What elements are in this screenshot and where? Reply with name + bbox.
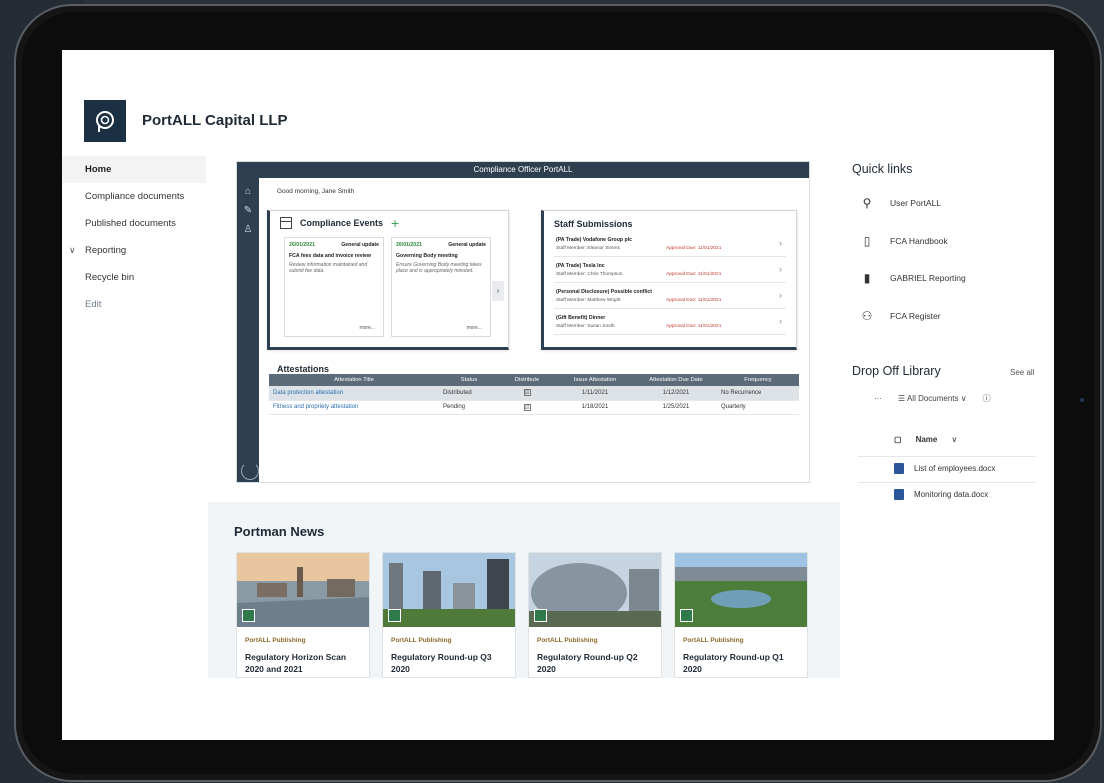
table-row[interactable]: Fitness and propriety attestation Pendin… — [269, 400, 799, 415]
refresh-icon[interactable] — [241, 462, 259, 480]
site-title[interactable]: PortALL Capital LLP — [142, 112, 288, 129]
table-header-row: Attestation Title Status Distribute Issu… — [269, 374, 799, 386]
nav-item-reporting[interactable]: ∨ Reporting — [62, 237, 206, 264]
news-badge-icon — [680, 609, 693, 622]
sharepoint-screen: PortALL Capital LLP Home Compliance docu… — [62, 50, 1054, 740]
more-link[interactable]: more... — [359, 325, 375, 331]
chevron-down-icon[interactable]: ∨ — [69, 245, 79, 256]
nav-item-published-documents[interactable]: Published documents — [62, 210, 206, 237]
chevron-right-icon: › — [779, 316, 782, 326]
chevron-right-icon: › — [779, 264, 782, 274]
portall-logo-icon — [96, 111, 114, 132]
distribute-checkbox[interactable]: ☑ — [523, 389, 531, 397]
attestation-title-link[interactable]: Fitness and propriety attestation — [269, 400, 439, 415]
column-header[interactable]: Status — [439, 374, 499, 386]
name-column-header[interactable]: ▢ Name ∨ — [894, 435, 957, 444]
quick-link-user-portall[interactable]: ⚲ User PortALL — [860, 196, 941, 210]
document-search-icon: ▯ — [863, 234, 871, 248]
word-doc-icon — [894, 489, 904, 500]
news-badge-icon — [388, 609, 401, 622]
list-item[interactable]: List of employees.docx — [858, 456, 1036, 480]
submission-item[interactable]: (Personal Disclosure) Possible conflict … — [554, 285, 786, 309]
compliance-officer-portal: Compliance Officer PortALL ⌂ ✎ ♙ Good mo… — [236, 161, 810, 483]
add-icon[interactable]: + — [391, 216, 399, 230]
news-section: Portman News PortALL Publishing Regulato… — [208, 502, 840, 678]
column-header[interactable]: Frequency — [717, 374, 799, 386]
file-type-icon: ▢ — [894, 435, 902, 444]
column-header[interactable]: Attestation Title — [269, 374, 439, 386]
chevron-right-icon[interactable]: › — [492, 281, 504, 301]
attestations-table: Attestation Title Status Distribute Issu… — [269, 374, 799, 415]
user-arrow-icon: ⚲ — [862, 196, 872, 210]
news-badge-icon — [242, 609, 255, 622]
event-card[interactable]: 26/01/2021 General update FCA fees data a… — [284, 237, 384, 337]
news-title: Portman News — [234, 524, 325, 539]
calendar-icon — [280, 217, 292, 229]
quick-link-fca-register[interactable]: ⚇ FCA Register — [860, 309, 941, 323]
news-image — [237, 553, 369, 627]
more-options-icon[interactable]: ··· — [874, 394, 882, 403]
people-list-icon: ⚇ — [861, 309, 873, 323]
quick-links-title: Quick links — [852, 162, 913, 176]
nav-item-compliance-documents[interactable]: Compliance documents — [62, 183, 206, 210]
bar-chart-icon: ▮ — [863, 271, 871, 285]
submission-item[interactable]: (PA Trade) Vodafone Group plc Staff Memb… — [554, 233, 786, 257]
edit-icon[interactable]: ✎ — [237, 205, 259, 216]
distribute-checkbox[interactable]: ☑ — [523, 403, 531, 411]
column-header[interactable]: Attestation Due Date — [635, 374, 717, 386]
portal-sidebar: ⌂ ✎ ♙ — [237, 178, 259, 482]
chevron-right-icon: › — [779, 238, 782, 248]
person-icon[interactable]: ♙ — [237, 224, 259, 235]
quick-link-gabriel-reporting[interactable]: ▮ GABRIEL Reporting — [860, 271, 966, 285]
compliance-events-title: Compliance Events — [300, 218, 384, 228]
view-selector[interactable]: ☰ All Documents ∨ — [898, 394, 967, 403]
chevron-down-icon: ∨ — [951, 435, 958, 444]
nav-edit-link[interactable]: Edit — [62, 291, 206, 318]
nav-item-home[interactable]: Home — [62, 156, 206, 183]
event-card[interactable]: 26/01/2021 General update Governing Body … — [391, 237, 491, 337]
list-item[interactable]: Monitoring data.docx — [858, 482, 1036, 506]
attestation-title-link[interactable]: Data protection attestation — [269, 386, 439, 401]
site-logo[interactable] — [84, 100, 126, 142]
news-image — [675, 553, 807, 627]
attestations-title: Attestations — [277, 364, 330, 374]
staff-submissions-card: Staff Submissions (PA Trade) Vodafone Gr… — [541, 210, 797, 350]
submission-item[interactable]: (PA Trade) Tesla Inc Staff Member: Chris… — [554, 259, 786, 283]
column-header[interactable]: Issue Attestation — [555, 374, 635, 386]
staff-submissions-title: Staff Submissions — [554, 219, 633, 229]
submission-item[interactable]: (Gift Benefit) Dinner Staff Member: Susa… — [554, 311, 786, 335]
see-all-link[interactable]: See all — [1010, 368, 1034, 377]
news-image — [529, 553, 661, 627]
chevron-right-icon: › — [779, 290, 782, 300]
nav-item-recycle-bin[interactable]: Recycle bin — [62, 264, 206, 291]
compliance-events-card: Compliance Events + 26/01/2021 General up… — [267, 210, 509, 350]
info-icon[interactable]: ⓘ — [983, 393, 991, 404]
home-icon[interactable]: ⌂ — [237, 186, 259, 197]
news-image — [383, 553, 515, 627]
list-icon: ☰ — [898, 394, 906, 403]
drop-off-library-title: Drop Off Library — [852, 364, 941, 378]
left-navigation: Home Compliance documents Published docu… — [62, 156, 206, 736]
news-card[interactable]: PortALL Publishing Regulatory Horizon Sc… — [236, 552, 370, 678]
camera-dot — [1080, 398, 1084, 402]
greeting: Good morning, Jane Smith — [277, 188, 355, 195]
news-card[interactable]: PortALL Publishing Regulatory Round-up Q… — [382, 552, 516, 678]
column-header[interactable]: Distribute — [499, 374, 555, 386]
chevron-down-icon: ∨ — [960, 394, 967, 403]
news-badge-icon — [534, 609, 547, 622]
library-toolbar: ··· ☰ All Documents ∨ ⓘ — [874, 393, 991, 404]
portal-title-bar: Compliance Officer PortALL — [237, 162, 809, 178]
word-doc-icon — [894, 463, 904, 474]
news-card[interactable]: PortALL Publishing Regulatory Round-up Q… — [674, 552, 808, 678]
quick-link-fca-handbook[interactable]: ▯ FCA Handbook — [860, 234, 948, 248]
site-header: PortALL Capital LLP — [62, 50, 1054, 154]
more-link[interactable]: more... — [466, 325, 482, 331]
news-card[interactable]: PortALL Publishing Regulatory Round-up Q… — [528, 552, 662, 678]
table-row[interactable]: Data protection attestation Distributed … — [269, 386, 799, 401]
